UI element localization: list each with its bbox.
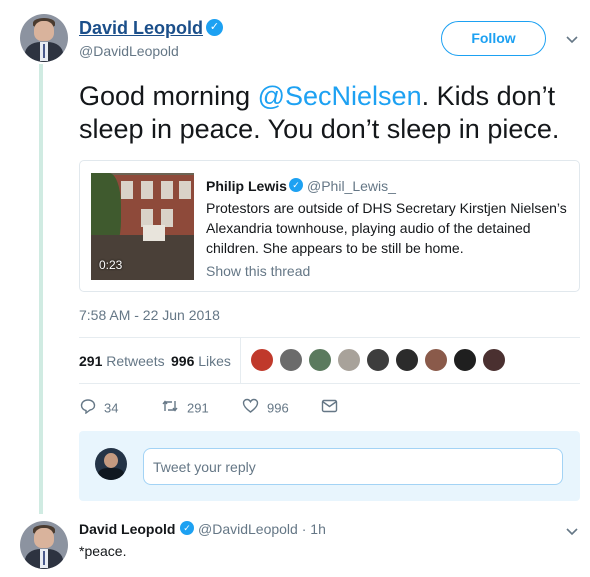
liker-avatar[interactable] bbox=[424, 348, 448, 372]
tweet-timestamp[interactable]: 7:58 AM - 22 Jun 2018 bbox=[79, 307, 220, 323]
reply-author-handle[interactable]: @DavidLeopold · 1h bbox=[198, 521, 326, 537]
quoted-tweet-card[interactable]: 0:23 Philip Lewis ✓ @Phil_Lewis_ Protest… bbox=[79, 160, 580, 292]
tweet-text: Good morning @SecNielsen. Kids don’t sle… bbox=[79, 80, 579, 146]
divider bbox=[79, 383, 580, 384]
reply-text: *peace. bbox=[79, 543, 127, 559]
retweets-label: Retweets bbox=[106, 353, 165, 369]
reply-input[interactable] bbox=[143, 448, 563, 485]
liker-avatar[interactable] bbox=[250, 348, 274, 372]
retweets-count: 291 bbox=[79, 353, 103, 369]
quoted-tweet-text: Protestors are outside of DHS Secretary … bbox=[206, 200, 567, 256]
liker-avatar[interactable] bbox=[395, 348, 419, 372]
direct-message-button[interactable] bbox=[321, 398, 346, 418]
verified-badge-icon: ✓ bbox=[180, 521, 194, 535]
current-user-avatar bbox=[95, 448, 127, 480]
quoted-author-name[interactable]: Philip Lewis bbox=[206, 178, 287, 194]
liker-avatar[interactable] bbox=[482, 348, 506, 372]
reply-author-avatar[interactable] bbox=[20, 521, 68, 569]
like-count: 996 bbox=[267, 400, 289, 416]
retweets-stat[interactable]: 291 Retweets bbox=[79, 353, 165, 369]
author-name[interactable]: David Leopold bbox=[79, 18, 203, 39]
reply-time: · 1h bbox=[301, 521, 326, 537]
retweet-count: 291 bbox=[187, 400, 209, 416]
liker-avatar[interactable] bbox=[337, 348, 361, 372]
chevron-down-icon[interactable] bbox=[565, 32, 579, 46]
tweet-text-start: Good morning bbox=[79, 81, 258, 111]
liker-avatar[interactable] bbox=[453, 348, 477, 372]
chevron-down-icon[interactable] bbox=[565, 524, 579, 538]
reply-composer bbox=[79, 431, 580, 501]
heart-icon bbox=[242, 398, 259, 420]
retweet-button[interactable]: 291 bbox=[161, 398, 209, 418]
liker-avatar[interactable] bbox=[308, 348, 332, 372]
follow-button[interactable]: Follow bbox=[441, 21, 546, 56]
likes-count: 996 bbox=[171, 353, 195, 369]
reply-count: 34 bbox=[104, 400, 119, 416]
reply-icon bbox=[80, 398, 96, 420]
verified-badge-icon: ✓ bbox=[289, 178, 303, 192]
envelope-icon bbox=[321, 399, 338, 419]
likes-label: Likes bbox=[198, 353, 231, 369]
thread-connector-line bbox=[39, 64, 43, 514]
author-avatar[interactable] bbox=[20, 14, 68, 62]
retweet-icon bbox=[161, 398, 179, 420]
quoted-video-thumbnail[interactable]: 0:23 bbox=[91, 173, 194, 280]
liker-avatar[interactable] bbox=[279, 348, 303, 372]
likes-stat[interactable]: 996 Likes bbox=[171, 353, 231, 369]
video-duration: 0:23 bbox=[99, 258, 123, 272]
show-thread-link[interactable]: Show this thread bbox=[206, 263, 310, 279]
reply-author-name[interactable]: David Leopold bbox=[79, 521, 175, 537]
divider bbox=[240, 337, 241, 383]
reply-button[interactable]: 34 bbox=[80, 398, 118, 418]
mention-link[interactable]: @SecNielsen bbox=[258, 81, 422, 111]
author-handle[interactable]: @DavidLeopold bbox=[79, 43, 179, 59]
reply-handle-text: @DavidLeopold bbox=[198, 521, 298, 537]
divider bbox=[79, 337, 580, 338]
liker-avatar[interactable] bbox=[366, 348, 390, 372]
quoted-author-handle[interactable]: @Phil_Lewis_ bbox=[307, 178, 396, 194]
like-button[interactable]: 996 bbox=[242, 398, 289, 418]
verified-badge-icon: ✓ bbox=[206, 19, 223, 36]
